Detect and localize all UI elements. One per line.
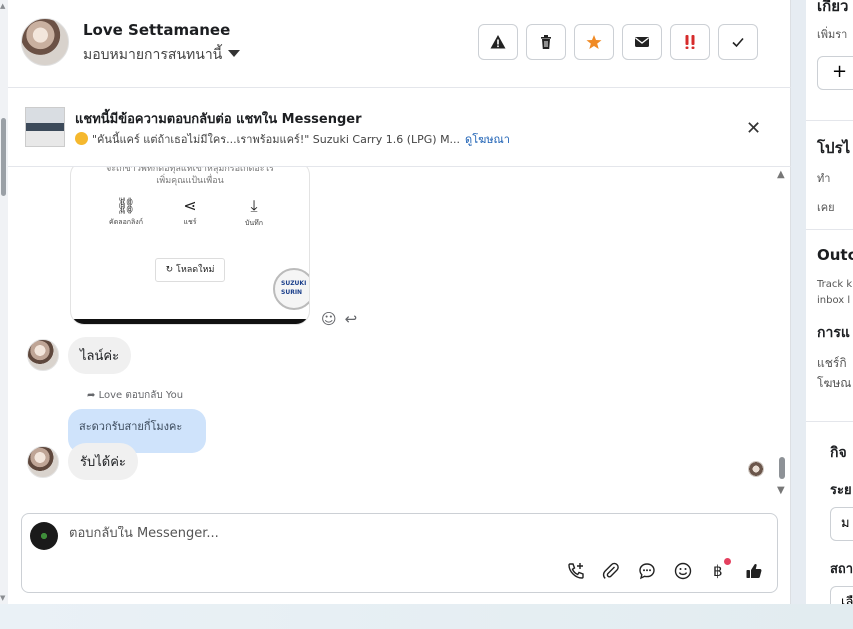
emoji-button[interactable] — [672, 560, 694, 582]
scroll-up-icon[interactable]: ▲ — [0, 2, 5, 10]
message-bubble[interactable]: ไลน์ค่ะ — [68, 337, 132, 374]
ad-caption: "คันนี้แคร์ แต่ถ้าเธอไม่มีใคร...เราพร้อม… — [92, 133, 461, 146]
follow-up-button[interactable] — [670, 24, 710, 60]
panel-text: Track k — [817, 279, 853, 290]
assign-conversation-dropdown[interactable]: มอบหมายการสนทนานี้ — [83, 44, 241, 66]
message-thread: จะเกขาวพทกดอทุลแทเข้าหลุมกร้อเกิดอะไร เพ… — [8, 167, 791, 500]
field-label: สถา — [830, 562, 853, 577]
thread-scrollbar[interactable]: ▲ ▼ — [777, 167, 789, 500]
reply-composer: ฿ — [21, 513, 778, 593]
reply-indicator: ➦ Love ตอบกลับ You — [87, 390, 184, 401]
thumbs-up-icon — [746, 564, 762, 578]
banner-title: แชทนี้มีข้อความตอบกลับต่อ แชทใน Messenge… — [75, 112, 362, 127]
app-root: ▲ ▼ Love Settamanee มอบหมายการสนทนานี้ แ… — [0, 0, 853, 629]
sender-avatar[interactable] — [27, 446, 59, 478]
panel-text: เพิ่มรา — [817, 28, 848, 41]
scrollbar-thumb[interactable] — [779, 457, 785, 479]
smiley-icon — [674, 562, 692, 580]
attach-button[interactable] — [600, 560, 622, 582]
divider — [806, 421, 853, 422]
divider — [806, 120, 853, 121]
phone-plus-icon — [568, 563, 584, 579]
field-label: ระย — [830, 483, 852, 498]
emoji-icon — [75, 132, 88, 145]
duration-select[interactable]: ม — [830, 507, 853, 541]
assign-label: มอบหมายการสนทนานี้ — [83, 47, 223, 63]
report-button[interactable] — [478, 24, 518, 60]
svg-text:฿: ฿ — [713, 562, 723, 580]
shared-image-message[interactable]: จะเกขาวพทกดอทุลแทเข้าหลุมกร้อเกิดอะไร เพ… — [70, 167, 310, 325]
delete-button[interactable] — [526, 24, 566, 60]
star-button[interactable] — [574, 24, 614, 60]
call-button[interactable] — [565, 560, 587, 582]
panel-section-title: โปรไ — [817, 139, 851, 157]
add-tag-button[interactable]: + — [817, 56, 853, 90]
scroll-up-icon[interactable]: ▲ — [777, 169, 785, 180]
panel-text: แชร์กิ — [817, 356, 847, 370]
contact-name[interactable]: Love Settamanee — [83, 21, 230, 39]
sender-avatar[interactable] — [27, 339, 59, 371]
banner-subtitle: "คันนี้แคร์ แต่ถ้าเธอไม่มีใคร...เราพร้อม… — [75, 130, 510, 148]
page-avatar — [30, 522, 58, 550]
scroll-down-icon[interactable]: ▼ — [777, 485, 785, 496]
messenger-reply-banner: แชทนี้มีข้อความตอบกลับต่อ แชทใน Messenge… — [8, 88, 791, 167]
left-scrollbar[interactable]: ▲ ▼ — [0, 0, 8, 604]
shared-image-text: เพิ่มคุณแป้นเพื่อน — [156, 176, 224, 186]
panel-text: เคย — [817, 201, 835, 214]
view-ad-link[interactable]: ดูโฆษณา — [465, 133, 510, 146]
shared-image-share: ⋖ แชร์ — [165, 196, 215, 228]
envelope-icon — [635, 37, 649, 47]
divider — [806, 229, 853, 230]
download-icon: ⤓ — [250, 196, 258, 215]
scroll-down-icon[interactable]: ▼ — [0, 594, 5, 602]
panel-section-title: เกี่ยว — [817, 0, 849, 15]
panel-text: โฆษณ — [817, 376, 852, 390]
double-exclamation-icon — [685, 35, 695, 49]
checkmark-icon — [732, 37, 744, 48]
saved-replies-button[interactable] — [636, 560, 658, 582]
alert-icon — [490, 35, 506, 49]
like-button[interactable] — [743, 560, 765, 582]
suzuki-logo: SUZUKI SURIN — [273, 268, 309, 310]
star-icon — [586, 35, 602, 49]
link-icon: ⛓ — [115, 196, 137, 215]
scrollbar-thumb[interactable] — [1, 118, 6, 196]
share-icon: ⋖ — [183, 196, 197, 215]
mark-done-button[interactable] — [718, 24, 758, 60]
notification-dot — [724, 558, 731, 565]
trash-icon — [541, 35, 551, 49]
shared-image-reload: ↻ โหลดใหม่ — [155, 258, 225, 282]
conversation-panel: Love Settamanee มอบหมายการสนทนานี้ แชทนี… — [8, 0, 791, 604]
status-select[interactable]: เลื — [830, 586, 853, 604]
bottom-strip — [0, 604, 853, 629]
contact-avatar[interactable] — [21, 18, 69, 66]
reply-icon[interactable]: ↩ — [345, 310, 358, 328]
paperclip-icon — [602, 562, 619, 579]
react-emoji-icon[interactable]: ☺ — [321, 310, 337, 328]
panel-text: inbox l — [817, 295, 851, 306]
caret-down-icon — [228, 50, 241, 57]
message-bubble[interactable]: รับได้ค่ะ — [68, 443, 138, 480]
shared-image-save: ⤓ บันทึก — [229, 196, 279, 229]
contact-details-panel: เกี่ยว เพิ่มรา + โปรไ ทำ เคย Outc Track … — [806, 0, 853, 604]
panel-section-title: การแ — [817, 325, 850, 341]
reply-input[interactable] — [69, 526, 669, 541]
panel-section-title: Outc — [817, 246, 853, 264]
close-icon[interactable]: ✕ — [746, 118, 761, 139]
chat-bubble-icon — [639, 563, 655, 580]
payment-button[interactable]: ฿ — [707, 558, 731, 582]
ad-thumbnail[interactable] — [25, 107, 65, 147]
image-bottom-bar — [71, 319, 309, 324]
conversation-header: Love Settamanee มอบหมายการสนทนานี้ — [8, 0, 791, 88]
message-actions: ☺ ↩ — [321, 310, 365, 328]
baht-icon: ฿ — [713, 562, 723, 580]
seen-avatar — [748, 461, 764, 477]
panel-text: ทำ — [817, 172, 831, 185]
shared-image-copy-link: ⛓ คัดลอกลิงก์ — [101, 196, 151, 228]
mark-unread-button[interactable] — [622, 24, 662, 60]
panel-section-title: กิจ — [830, 445, 847, 461]
